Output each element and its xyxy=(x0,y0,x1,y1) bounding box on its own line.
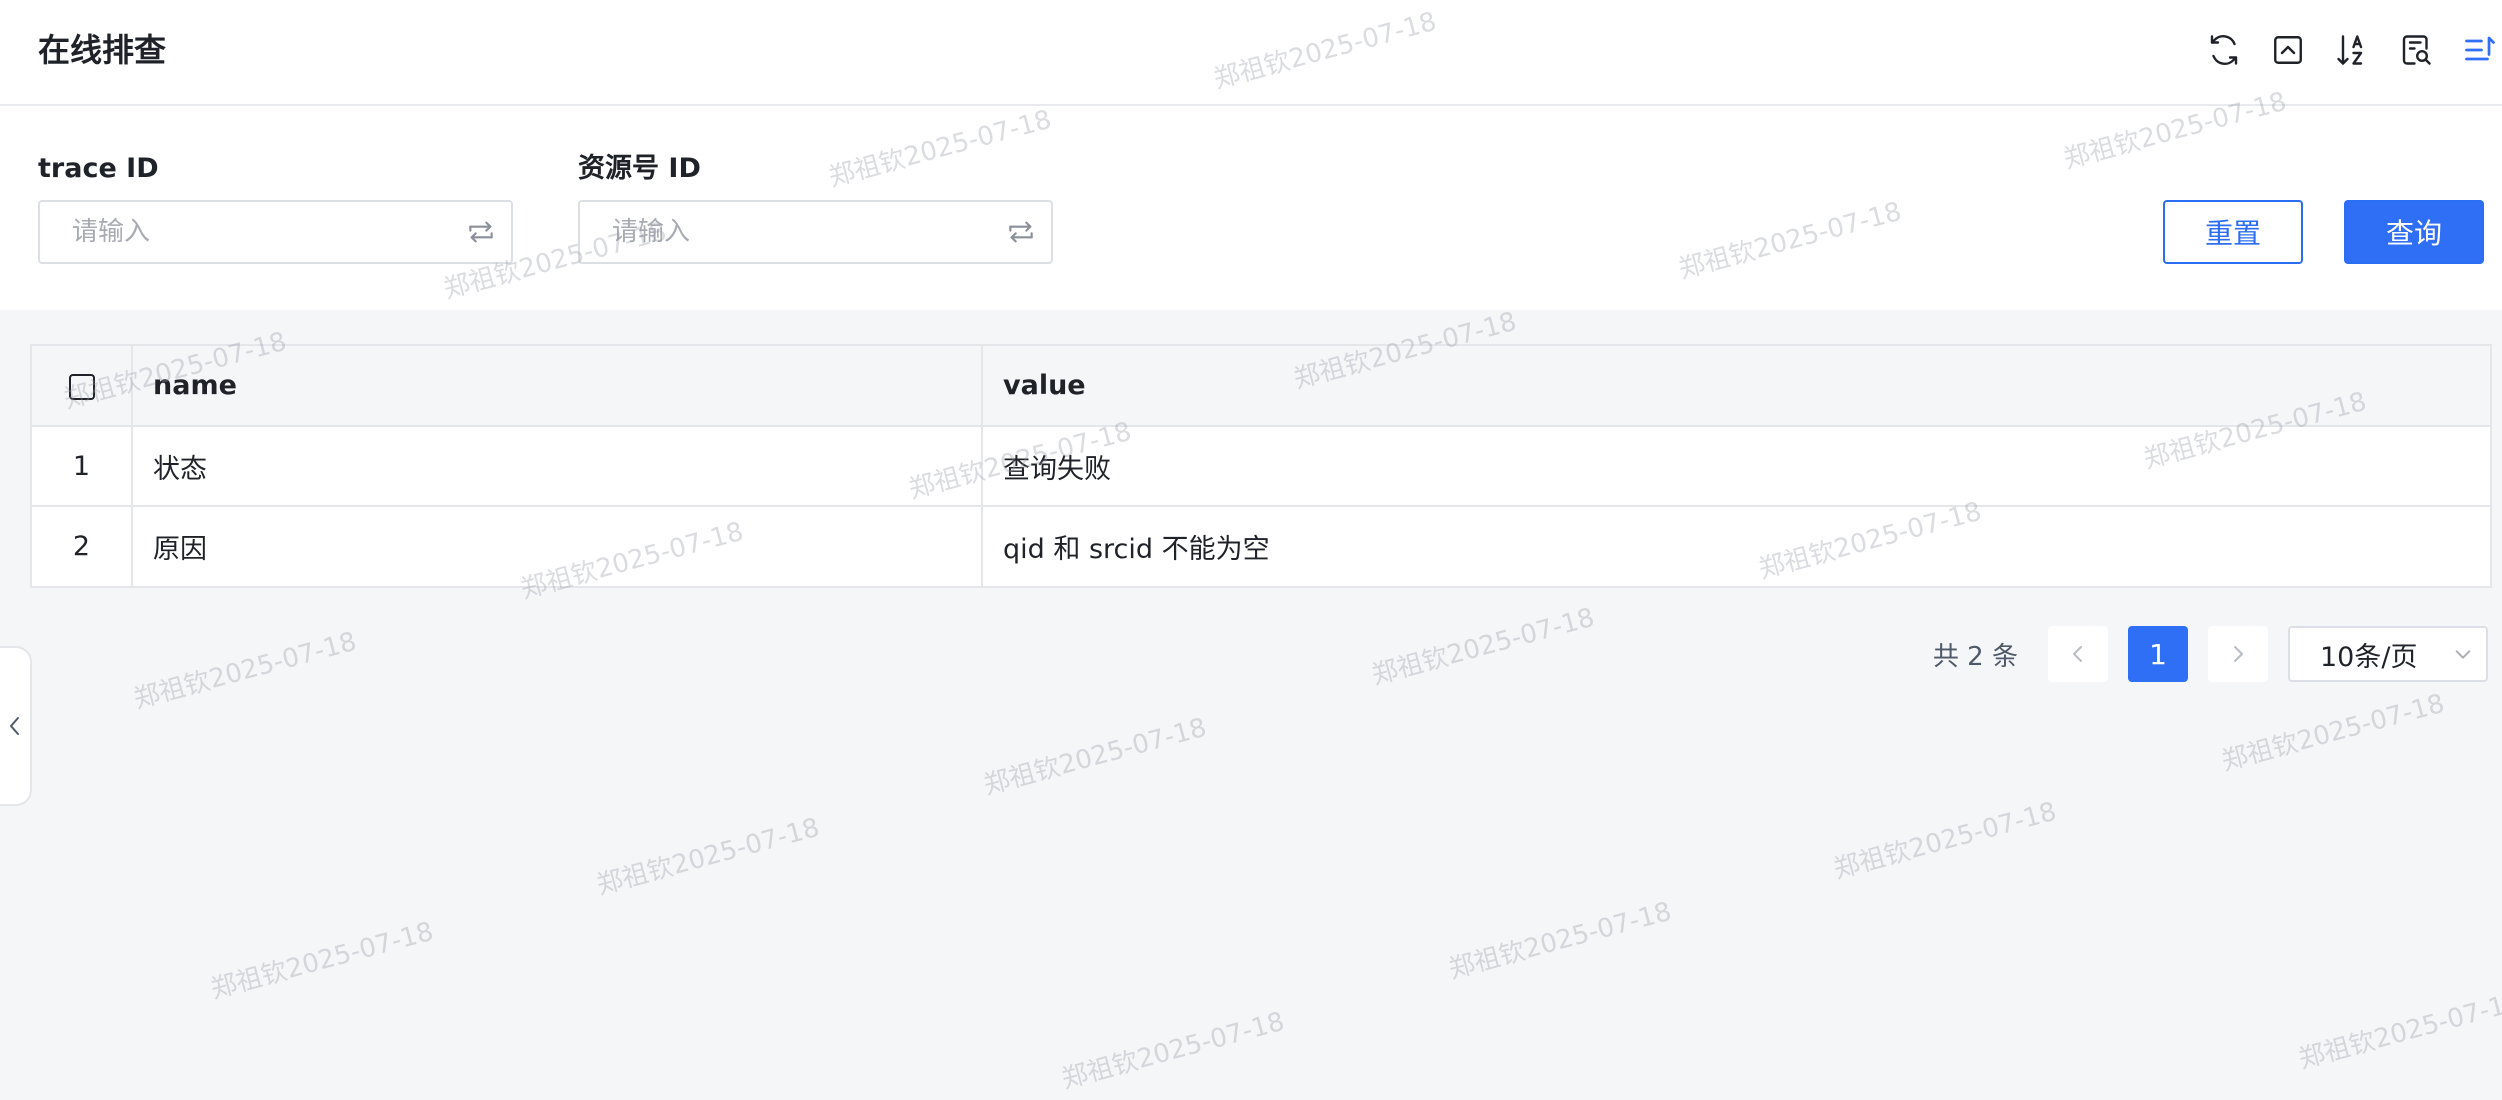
watermark: 郑祖钦2025-07-18 xyxy=(2218,688,2448,778)
watermark: 郑祖钦2025-07-18 xyxy=(593,812,823,902)
table-header-row: name value xyxy=(32,346,2490,427)
column-header-value[interactable]: value xyxy=(982,346,2490,427)
watermark: 郑祖钦2025-07-18 xyxy=(980,712,1210,802)
watermark: 郑祖钦2025-07-18 xyxy=(130,626,360,716)
pagination: 共 2 条 1 10条/页 xyxy=(1933,626,2488,682)
result-table: name value 1 状态 查询失败 2 原因 qid 和 srcid 不能… xyxy=(30,344,2492,588)
collapse-icon[interactable] xyxy=(2266,28,2310,72)
trace-id-input[interactable] xyxy=(40,202,451,262)
row-value: 查询失败 xyxy=(982,426,2490,507)
chevron-down-icon xyxy=(2455,650,2471,659)
select-all-cell xyxy=(32,346,133,427)
toolbar xyxy=(2182,28,2502,72)
total-count: 共 2 条 xyxy=(1932,641,2018,672)
resource-id-input[interactable] xyxy=(580,202,991,262)
refresh-icon[interactable] xyxy=(2202,28,2246,72)
trace-id-label: trace ID xyxy=(38,153,159,184)
row-value: qid 和 srcid 不能为空 xyxy=(1003,534,1270,565)
trace-id-field[interactable] xyxy=(38,200,513,264)
table-row[interactable]: 1 状态 查询失败 xyxy=(32,426,2490,507)
query-button[interactable]: 查询 xyxy=(2344,200,2484,264)
page-title: 在线排查 xyxy=(38,31,167,69)
select-all-checkbox[interactable] xyxy=(68,373,95,400)
swap-icon[interactable] xyxy=(451,202,511,262)
page-size-value: 10条/页 xyxy=(2320,641,2418,673)
list-settings-icon[interactable] xyxy=(2458,28,2502,72)
sidebar-toggle[interactable] xyxy=(0,646,32,806)
search-document-icon[interactable] xyxy=(2394,28,2438,72)
filter-panel: trace ID 资源号 ID 重置 查询 xyxy=(0,106,2502,310)
watermark: 郑祖钦2025-07-18 xyxy=(1368,602,1598,692)
row-name: 原因 xyxy=(132,506,983,586)
prev-page-button[interactable] xyxy=(2048,626,2108,682)
row-name: 状态 xyxy=(132,426,983,507)
resource-id-field[interactable] xyxy=(578,200,1053,264)
swap-icon[interactable] xyxy=(991,202,1051,262)
table-row[interactable]: 2 原因 qid 和 srcid 不能为空 xyxy=(32,506,2490,586)
page-1-button[interactable]: 1 xyxy=(2128,626,2188,682)
chevron-right-icon xyxy=(2234,646,2243,662)
chevron-left-icon xyxy=(2073,646,2082,662)
watermark: 郑祖钦2025-07-18 xyxy=(207,916,437,1006)
page-header: 在线排查 xyxy=(0,0,2502,106)
watermark: 郑祖钦2025-07-18 xyxy=(1058,1006,1288,1096)
column-header-name[interactable]: name xyxy=(132,346,983,427)
watermark: 郑祖钦2025-07-18 xyxy=(1830,796,2060,886)
watermark: 郑祖钦2025-07-18 xyxy=(1445,896,1675,986)
next-page-button[interactable] xyxy=(2208,626,2268,682)
page-size-select[interactable]: 10条/页 xyxy=(2288,626,2488,682)
watermark: 郑祖钦2025-07-18 xyxy=(2295,986,2502,1076)
sort-az-icon[interactable] xyxy=(2330,28,2374,72)
row-index: 1 xyxy=(32,426,133,507)
chevron-left-icon xyxy=(10,717,19,735)
resource-id-label: 资源号 ID xyxy=(578,153,701,184)
reset-button[interactable]: 重置 xyxy=(2163,200,2303,264)
row-index: 2 xyxy=(32,506,133,586)
